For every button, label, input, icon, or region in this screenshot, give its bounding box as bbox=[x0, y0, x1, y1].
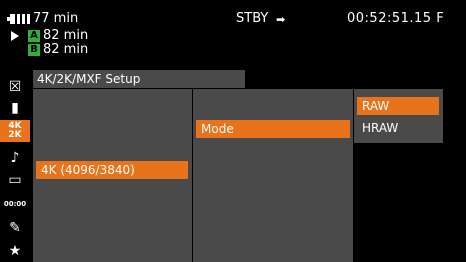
star-icon[interactable]: ★ bbox=[0, 240, 30, 262]
record-mode: STBY bbox=[236, 11, 269, 26]
option-raw[interactable]: RAW bbox=[357, 97, 439, 115]
menu-column-2 bbox=[193, 89, 353, 262]
menu-item-mode[interactable]: Mode bbox=[196, 120, 350, 138]
slot-b-time: 82 min bbox=[43, 42, 89, 57]
arrow-right-icon: ➡ bbox=[276, 13, 286, 26]
menu-item-4k[interactable]: 4K (4096/3840) bbox=[36, 161, 188, 179]
battery-time: 77 min bbox=[33, 11, 79, 26]
camera-icon[interactable]: ▮ bbox=[0, 97, 30, 119]
slot-b-icon: B bbox=[28, 44, 40, 56]
slot-a-icon: A bbox=[28, 30, 40, 42]
slot-a-time: 82 min bbox=[43, 28, 89, 43]
battery-icon bbox=[7, 14, 30, 24]
wrench-icon[interactable]: ✎ bbox=[0, 217, 30, 239]
timecode-icon[interactable]: 00:00 bbox=[0, 193, 30, 215]
play-icon bbox=[11, 31, 19, 41]
option-hraw[interactable]: HRAW bbox=[357, 119, 439, 137]
close-icon[interactable]: ☒ bbox=[0, 76, 30, 98]
menu-title: 4K/2K/MXF Setup bbox=[33, 70, 245, 88]
media-icon[interactable]: ▭ bbox=[0, 169, 30, 191]
audio-icon[interactable]: ♪ bbox=[0, 147, 30, 169]
timecode: 00:52:51.15 F bbox=[347, 11, 445, 26]
4k-2k-icon[interactable]: 4K 2K bbox=[0, 120, 30, 142]
